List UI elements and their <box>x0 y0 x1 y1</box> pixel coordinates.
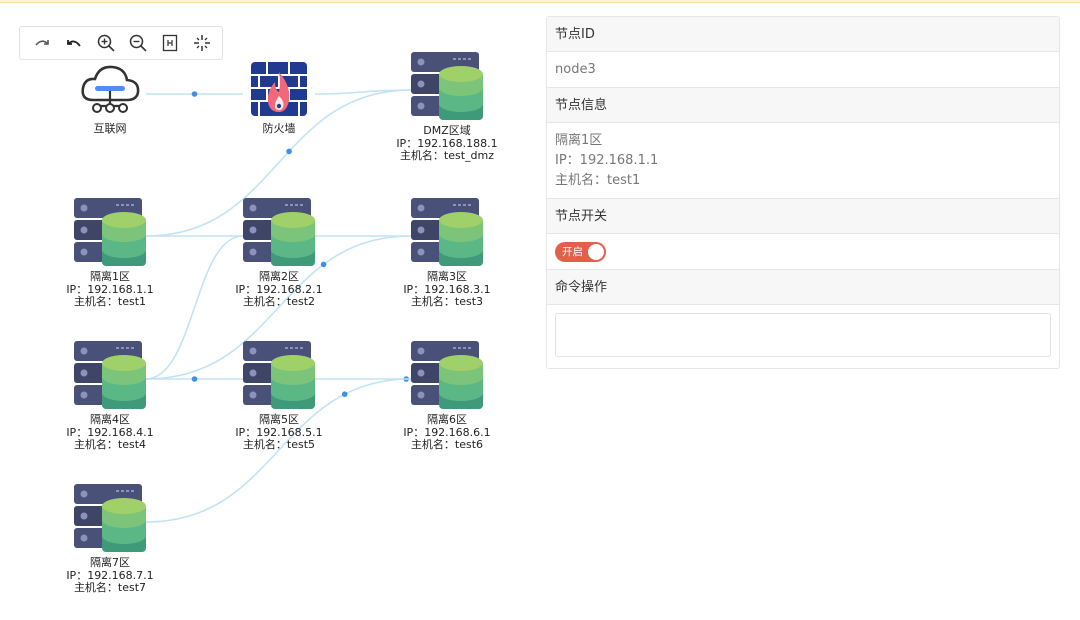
topology-node-firewall[interactable]: 防火墙 <box>209 60 349 136</box>
graph-toolbar <box>19 26 223 60</box>
node-hostname: 主机名：test7 <box>73 581 147 594</box>
fit-view-button[interactable] <box>156 29 184 57</box>
node-label: 隔离7区 IP：192.168.7.1 主机名：test7 <box>40 556 180 595</box>
edge-flow-dot <box>191 376 198 382</box>
zoom-out-icon <box>129 34 147 52</box>
topology-node-dmz[interactable]: DMZ区域 IP：192.168.188.1 主机名：test_dmz <box>377 50 517 163</box>
node-hostname: 主机名：test2 <box>242 295 316 308</box>
topology-node-node7[interactable]: 隔离7区 IP：192.168.7.1 主机名：test7 <box>40 482 180 595</box>
zoom-in-button[interactable] <box>92 29 120 57</box>
node-zone-name: 隔离6区 <box>427 413 467 426</box>
node-switch-row: 开启 <box>547 234 1059 270</box>
node-hostname: 主机名：test4 <box>73 438 147 451</box>
topology-node-node3[interactable]: 隔离3区 IP：192.168.3.1 主机名：test3 <box>377 196 517 309</box>
edge-flow-dot <box>191 91 198 97</box>
server-database-icon <box>209 339 349 411</box>
node-detail-panel: 节点ID node3 节点信息 隔离1区 IP：192.168.1.1 主机名：… <box>546 16 1060 369</box>
node-label: 隔离3区 IP：192.168.3.1 主机名：test3 <box>377 270 517 309</box>
command-row <box>547 305 1059 365</box>
topology-node-node2[interactable]: 隔离2区 IP：192.168.2.1 主机名：test2 <box>209 196 349 309</box>
server-database-icon <box>377 339 517 411</box>
server-database-icon <box>209 196 349 268</box>
node-info-header: 节点信息 <box>547 88 1059 123</box>
zoom-in-icon <box>97 34 115 52</box>
notice-banner <box>0 0 1080 3</box>
node-switch-label: 开启 <box>562 245 583 258</box>
node-label: 隔离6区 IP：192.168.6.1 主机名：test6 <box>377 413 517 452</box>
node-label: 互联网 <box>40 122 180 136</box>
actual-size-button[interactable] <box>188 29 216 57</box>
edge-flow-dot <box>286 148 292 155</box>
node-info-body: 隔离1区 IP：192.168.1.1 主机名：test1 <box>547 123 1059 199</box>
node-zone-name: 防火墙 <box>262 122 296 135</box>
topology-canvas[interactable]: 互联网 防火墙 DMZ区域 IP：192.168.188.1 主机名：test_dm… <box>0 4 540 620</box>
node-label: 防火墙 <box>209 122 349 136</box>
server-database-icon <box>40 196 180 268</box>
undo-icon <box>67 40 81 47</box>
node-hostname: 主机名：test1 <box>73 295 147 308</box>
node-hostname: 主机名：test6 <box>410 438 484 451</box>
node-id-value: node3 <box>547 52 1059 88</box>
node-label: 隔离4区 IP：192.168.4.1 主机名：test4 <box>40 413 180 452</box>
node-info-hostname: 主机名：test1 <box>555 173 641 188</box>
topology-node-node1[interactable]: 隔离1区 IP：192.168.1.1 主机名：test1 <box>40 196 180 309</box>
topology-node-node5[interactable]: 隔离5区 IP：192.168.5.1 主机名：test5 <box>209 339 349 452</box>
node-switch-header: 节点开关 <box>547 199 1059 234</box>
zoom-out-button[interactable] <box>124 29 152 57</box>
node-zone-name: DMZ区域 <box>423 124 471 137</box>
node-zone-name: 隔离7区 <box>90 556 130 569</box>
redo-button[interactable] <box>28 29 56 57</box>
firewall-icon <box>209 60 349 120</box>
node-zone-name: 隔离3区 <box>427 270 467 283</box>
node-hostname: 主机名：test5 <box>242 438 316 451</box>
node-hostname: 主机名：test3 <box>410 295 484 308</box>
node-zone-name: 互联网 <box>93 122 127 135</box>
node-label: 隔离1区 IP：192.168.1.1 主机名：test1 <box>40 270 180 309</box>
topology-node-internet[interactable]: 互联网 <box>40 60 180 136</box>
node-info-zone: 隔离1区 <box>555 133 603 148</box>
node-info-ip: IP：192.168.1.1 <box>555 153 659 168</box>
undo-button[interactable] <box>60 29 88 57</box>
actual-size-icon <box>194 35 210 51</box>
node-zone-name: 隔离4区 <box>90 413 130 426</box>
server-database-icon <box>40 482 180 554</box>
node-zone-name: 隔离5区 <box>259 413 299 426</box>
cloud-network-icon <box>40 60 180 120</box>
node-hostname: 主机名：test_dmz <box>399 149 495 162</box>
topology-node-node4[interactable]: 隔离4区 IP：192.168.4.1 主机名：test4 <box>40 339 180 452</box>
command-input[interactable] <box>555 313 1051 357</box>
topology-node-node6[interactable]: 隔离6区 IP：192.168.6.1 主机名：test6 <box>377 339 517 452</box>
toggle-knob <box>588 243 604 260</box>
node-id-header: 节点ID <box>547 17 1059 52</box>
node-label: 隔离5区 IP：192.168.5.1 主机名：test5 <box>209 413 349 452</box>
fit-view-icon <box>162 34 178 52</box>
node-zone-name: 隔离2区 <box>259 270 299 283</box>
node-zone-name: 隔离1区 <box>90 270 130 283</box>
node-label: DMZ区域 IP：192.168.188.1 主机名：test_dmz <box>377 124 517 163</box>
server-database-icon <box>377 196 517 268</box>
redo-icon <box>35 40 49 46</box>
node-label: 隔离2区 IP：192.168.2.1 主机名：test2 <box>209 270 349 309</box>
server-database-icon <box>40 339 180 411</box>
server-database-icon <box>377 50 517 122</box>
command-header: 命令操作 <box>547 270 1059 305</box>
node-switch-toggle[interactable]: 开启 <box>555 241 606 262</box>
